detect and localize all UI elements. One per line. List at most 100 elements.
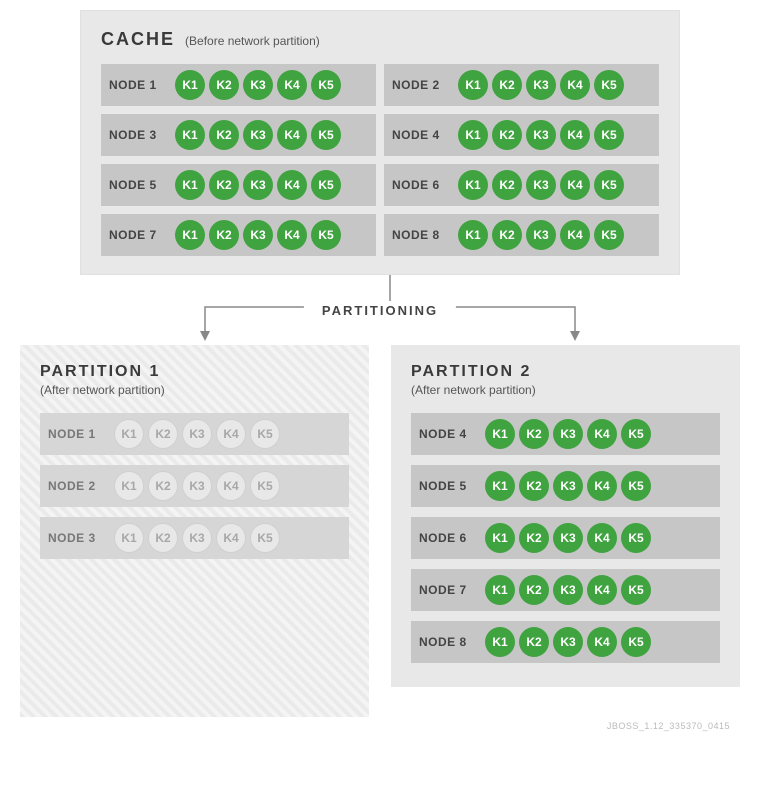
cache-key: K1 [114,419,144,449]
cache-key: K1 [485,523,515,553]
cache-key: K5 [621,523,651,553]
cache-key: K4 [587,419,617,449]
node-label: NODE 3 [48,531,110,545]
cache-key: K3 [553,471,583,501]
partitioning-connector: PARTITIONING [30,275,730,345]
cache-key: K1 [458,220,488,250]
cache-key: K5 [594,170,624,200]
cache-key: K4 [587,575,617,605]
cache-key: K3 [526,170,556,200]
cache-key: K4 [277,120,307,150]
cache-title: CACHE [101,29,175,50]
cache-key: K5 [621,419,651,449]
cache-key: K5 [594,220,624,250]
cache-key: K1 [485,419,515,449]
cache-key: K3 [182,523,212,553]
node-row: NODE 1K1K2K3K4K5 [101,64,376,106]
cache-key: K3 [182,471,212,501]
node-label: NODE 5 [419,479,481,493]
cache-key: K2 [492,120,522,150]
cache-key: K3 [526,220,556,250]
diagram-footnote: JBOSS_1.12_335370_0415 [20,721,740,731]
cache-key: K2 [148,419,178,449]
cache-key: K5 [594,70,624,100]
cache-key: K1 [485,471,515,501]
cache-key: K3 [553,575,583,605]
cache-key: K3 [553,523,583,553]
partitioning-label: PARTITIONING [304,301,456,320]
cache-key: K1 [458,170,488,200]
cache-key: K2 [519,627,549,657]
partition-2-title: PARTITION 2 [411,363,720,381]
cache-key: K3 [553,419,583,449]
node-label: NODE 4 [419,427,481,441]
node-row: NODE 6K1K2K3K4K5 [411,517,720,559]
cache-title-row: CACHE (Before network partition) [101,29,659,50]
node-row: NODE 6K1K2K3K4K5 [384,164,659,206]
node-row: NODE 5K1K2K3K4K5 [101,164,376,206]
node-label: NODE 7 [419,583,481,597]
cache-key: K2 [519,471,549,501]
cache-key: K2 [209,170,239,200]
cache-node-grid: NODE 1K1K2K3K4K5NODE 2K1K2K3K4K5NODE 3K1… [101,64,659,256]
cache-panel: CACHE (Before network partition) NODE 1 K… [80,10,680,275]
cache-key: K5 [250,471,280,501]
cache-key: K4 [216,419,246,449]
cache-key: K2 [492,170,522,200]
node-row: NODE 8K1K2K3K4K5 [384,214,659,256]
cache-key: K5 [621,575,651,605]
cache-key: K2 [519,419,549,449]
cache-key: K4 [277,70,307,100]
cache-key: K1 [175,120,205,150]
node-label: NODE 8 [392,228,454,242]
cache-key: K2 [148,471,178,501]
cache-key: K3 [526,120,556,150]
cache-key: K2 [519,575,549,605]
cache-key: K3 [243,220,273,250]
partition-1-nodes: NODE 1K1K2K3K4K5NODE 2K1K2K3K4K5NODE 3K1… [40,413,349,559]
partition-2-subtitle: (After network partition) [411,383,720,397]
cache-key: K3 [526,70,556,100]
node-row: NODE 1K1K2K3K4K5 [40,413,349,455]
partition-1-panel: PARTITION 1 (After network partition) NO… [20,345,369,717]
partitions-row: PARTITION 1 (After network partition) NO… [20,345,740,717]
cache-key: K3 [243,170,273,200]
partition-2-panel: PARTITION 2 (After network partition) NO… [391,345,740,687]
partition-1-title: PARTITION 1 [40,363,349,381]
node-label: NODE 8 [419,635,481,649]
cache-key: K4 [587,471,617,501]
node-label: NODE 2 [392,78,454,92]
node-label: NODE 6 [419,531,481,545]
cache-key: K1 [485,627,515,657]
cache-key: K2 [209,120,239,150]
node-row: NODE 3K1K2K3K4K5 [40,517,349,559]
cache-key: K1 [458,70,488,100]
cache-key: K1 [485,575,515,605]
node-label: NODE 7 [109,228,171,242]
node-row: NODE 8K1K2K3K4K5 [411,621,720,663]
node-row: NODE 4 K1K2K3K4K5 [411,413,720,455]
node-label: NODE 1 [109,78,171,92]
node-row: NODE 7 K1K2K3K4K5 [411,569,720,611]
cache-key: K4 [560,170,590,200]
cache-key: K4 [216,523,246,553]
node-row: NODE 3K1K2K3K4K5 [101,114,376,156]
cache-key: K2 [209,220,239,250]
cache-key: K5 [311,170,341,200]
cache-key: K2 [148,523,178,553]
cache-key: K4 [587,523,617,553]
cache-key: K1 [175,70,205,100]
node-label: NODE 2 [48,479,110,493]
cache-key: K5 [311,120,341,150]
cache-key: K3 [553,627,583,657]
cache-key: K2 [209,70,239,100]
cache-key: K4 [277,220,307,250]
node-label: NODE 5 [109,178,171,192]
cache-key: K3 [243,120,273,150]
cache-subtitle: (Before network partition) [185,34,320,48]
cache-key: K4 [560,120,590,150]
node-row: NODE 2K1K2K3K4K5 [384,64,659,106]
cache-key: K5 [311,220,341,250]
cache-key: K1 [114,523,144,553]
node-row: NODE 2K1K2K3K4K5 [40,465,349,507]
